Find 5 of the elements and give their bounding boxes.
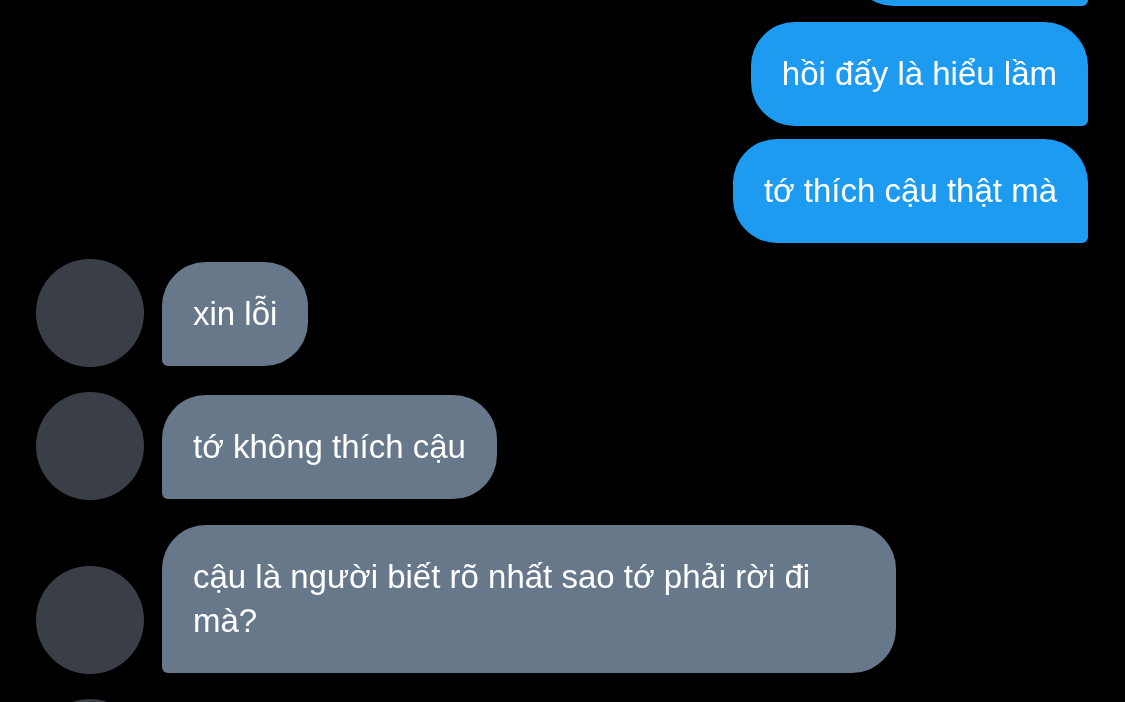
sent-message-bubble: hồi đấy là hiểu lầm — [750, 22, 1088, 126]
sent-message-bubble: tớ thích cậu thật mà — [732, 139, 1088, 243]
received-message-bubble: tớ không thích cậu — [162, 395, 497, 499]
received-message-bubble: cậu là người biết rõ nhất sao tớ phải rời đi mà? — [162, 525, 896, 673]
received-message-bubble: xin lỗi — [162, 262, 309, 366]
